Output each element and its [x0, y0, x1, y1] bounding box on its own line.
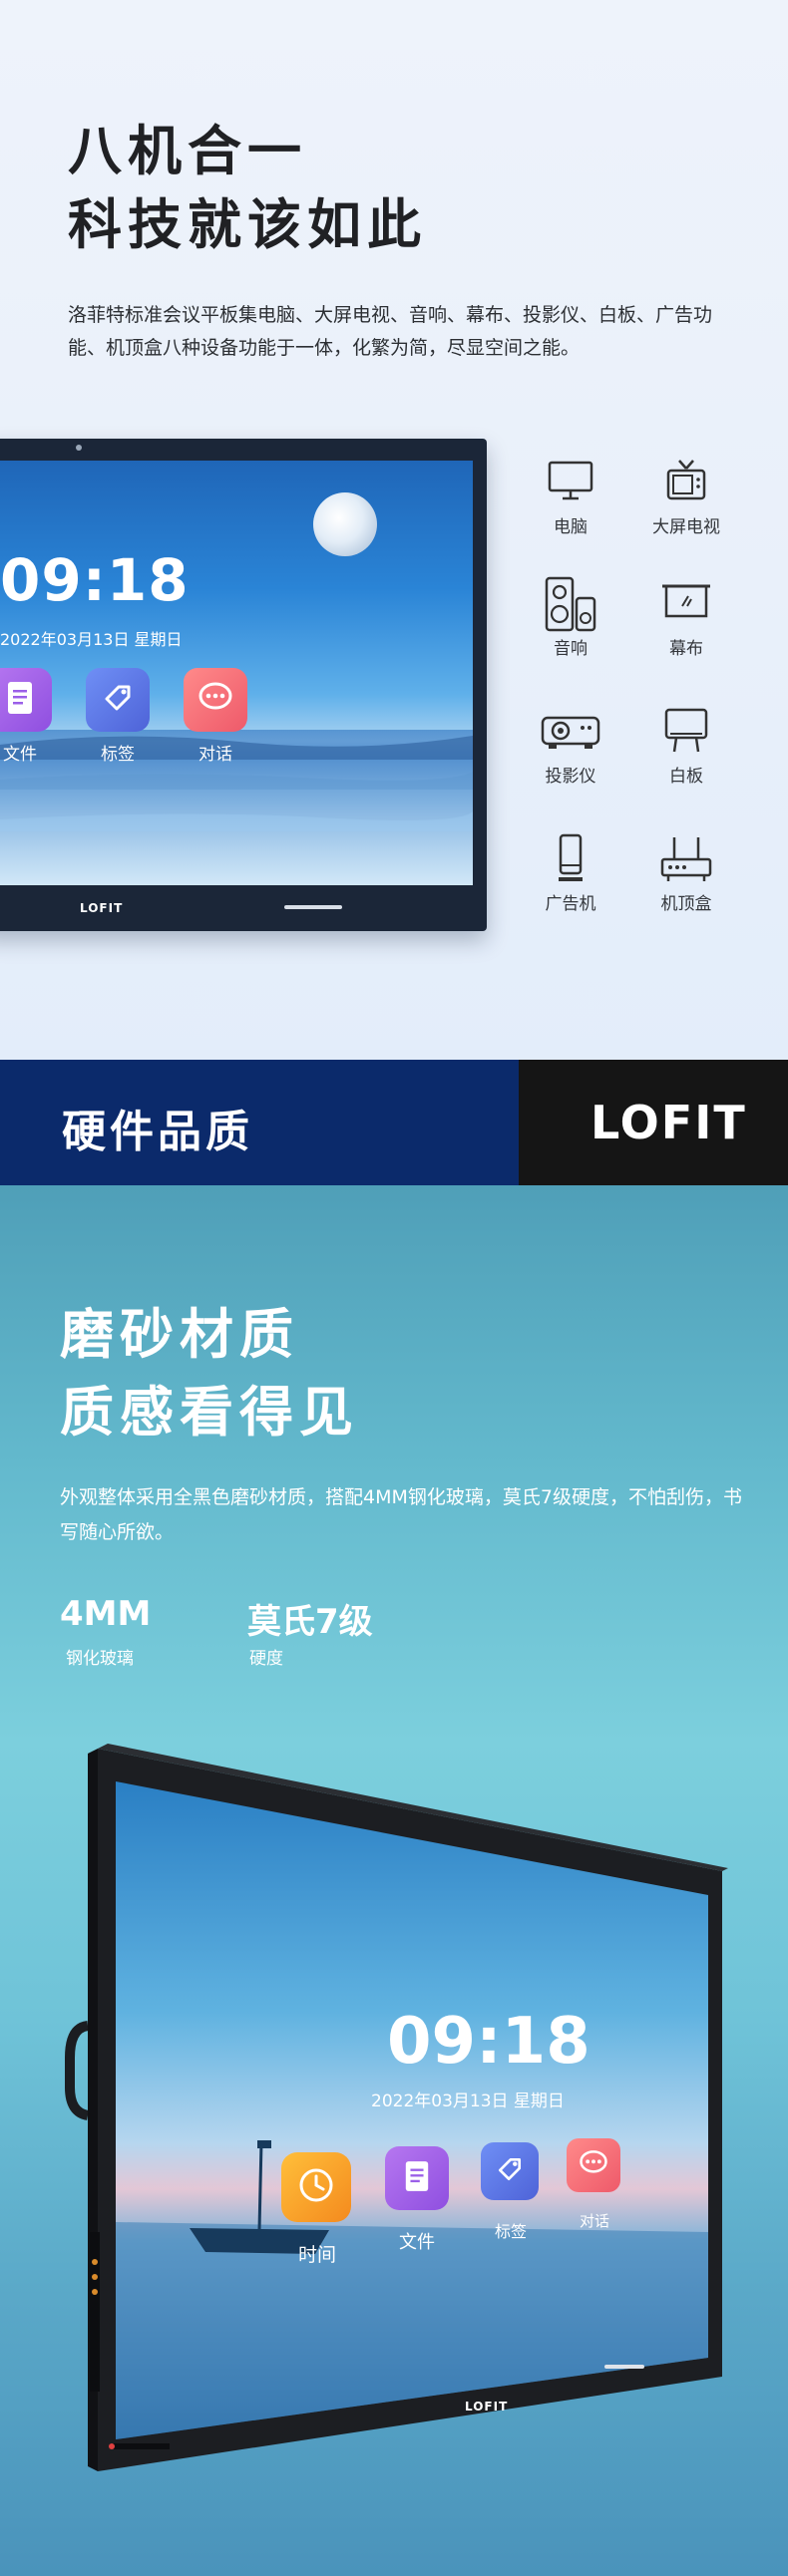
clock-icon [296, 2165, 336, 2209]
eight-in-one-section: 八机合一 科技就该如此 洛菲特标准会议平板集电脑、大屏电视、音响、幕布、投影仪、… [0, 0, 788, 1060]
section1-title-line2: 科技就该如此 [68, 193, 427, 256]
screen-clock: 09:18 [0, 546, 190, 614]
device-set-top-box-label: 机顶盒 [660, 894, 712, 914]
chat-icon [579, 2149, 608, 2181]
panel-handle-bar [284, 905, 342, 909]
app2-tag-label: 标签 [494, 2222, 527, 2241]
device-projector: 投影仪 [511, 704, 630, 787]
whiteboard-icon [626, 704, 746, 756]
device-curtain: 幕布 [626, 576, 746, 659]
device-whiteboard-label: 白板 [669, 767, 703, 787]
screen2-clock: 09:18 [387, 2005, 591, 2079]
smart-panel-image: 09:18 2022年03月13日 星期日 文件 标签 对话 LOFIT [0, 439, 487, 931]
app-tag-label: 标签 [101, 745, 135, 765]
screen-curtain-icon [626, 576, 746, 628]
app-tag[interactable] [86, 668, 150, 732]
device-whiteboard: 白板 [626, 704, 746, 787]
app-chat-label: 对话 [198, 745, 232, 765]
file-icon [5, 680, 35, 720]
device-speaker: 音响 [511, 576, 630, 659]
panel-screen: 09:18 2022年03月13日 星期日 文件 标签 对话 [0, 461, 473, 885]
app2-chat-label: 对话 [579, 2212, 609, 2230]
device-ad-kiosk-label: 广告机 [545, 894, 596, 914]
device-curtain-label: 幕布 [669, 639, 703, 659]
tag-icon [495, 2154, 525, 2188]
app-chat[interactable] [184, 668, 247, 732]
router-box-icon [626, 831, 746, 883]
section1-description: 洛菲特标准会议平板集电脑、大屏电视、音响、幕布、投影仪、白板、广告功能、机顶盒八… [68, 304, 713, 359]
camera-dot [76, 445, 82, 451]
hardware-quality-banner: 硬件品质 LOFIT [0, 1060, 788, 1185]
app2-clock-label: 时间 [297, 2244, 336, 2266]
app-file[interactable] [0, 668, 52, 732]
device-computer-label: 电脑 [554, 517, 588, 537]
device-set-top-box: 机顶盒 [626, 831, 746, 914]
device-projector-label: 投影仪 [545, 767, 596, 787]
tag-icon [101, 681, 135, 719]
brand-logo: LOFIT [591, 1096, 747, 1149]
app-file-label: 文件 [3, 745, 37, 765]
section1-title-line1: 八机合一 [68, 120, 307, 182]
phone-kiosk-icon [511, 831, 630, 883]
screen2-date: 2022年03月13日 星期日 [371, 2092, 565, 2111]
speaker-icon [511, 576, 630, 632]
app2-clock[interactable] [281, 2152, 351, 2222]
screen-date: 2022年03月13日 星期日 [0, 630, 183, 649]
device-speaker-label: 音响 [554, 639, 588, 659]
device-tv-label: 大屏电视 [652, 517, 720, 537]
app2-chat[interactable] [567, 2138, 620, 2192]
app2-tag[interactable] [481, 2142, 539, 2200]
device-computer: 电脑 [511, 455, 630, 537]
app2-file[interactable] [385, 2146, 449, 2210]
device-tv: 大屏电视 [626, 455, 746, 537]
banner-title: 硬件品质 [62, 1107, 253, 1157]
angled-panel-image [65, 1744, 728, 2471]
app2-file-label: 文件 [399, 2232, 435, 2253]
device-ad-kiosk: 广告机 [511, 831, 630, 914]
matte-material-section: 磨砂材质 质感看得见 外观整体采用全黑色磨砂材质，搭配4MM钢化玻璃，莫氏7级硬… [0, 1185, 788, 2576]
chat-icon [197, 682, 233, 718]
tv-icon [626, 455, 746, 506]
panel-logo: LOFIT [80, 901, 124, 915]
monitor-icon [511, 455, 630, 506]
panel2-logo: LOFIT [465, 2400, 509, 2414]
file-icon [403, 2159, 431, 2197]
moon-image [313, 492, 377, 556]
projector-icon [511, 704, 630, 756]
